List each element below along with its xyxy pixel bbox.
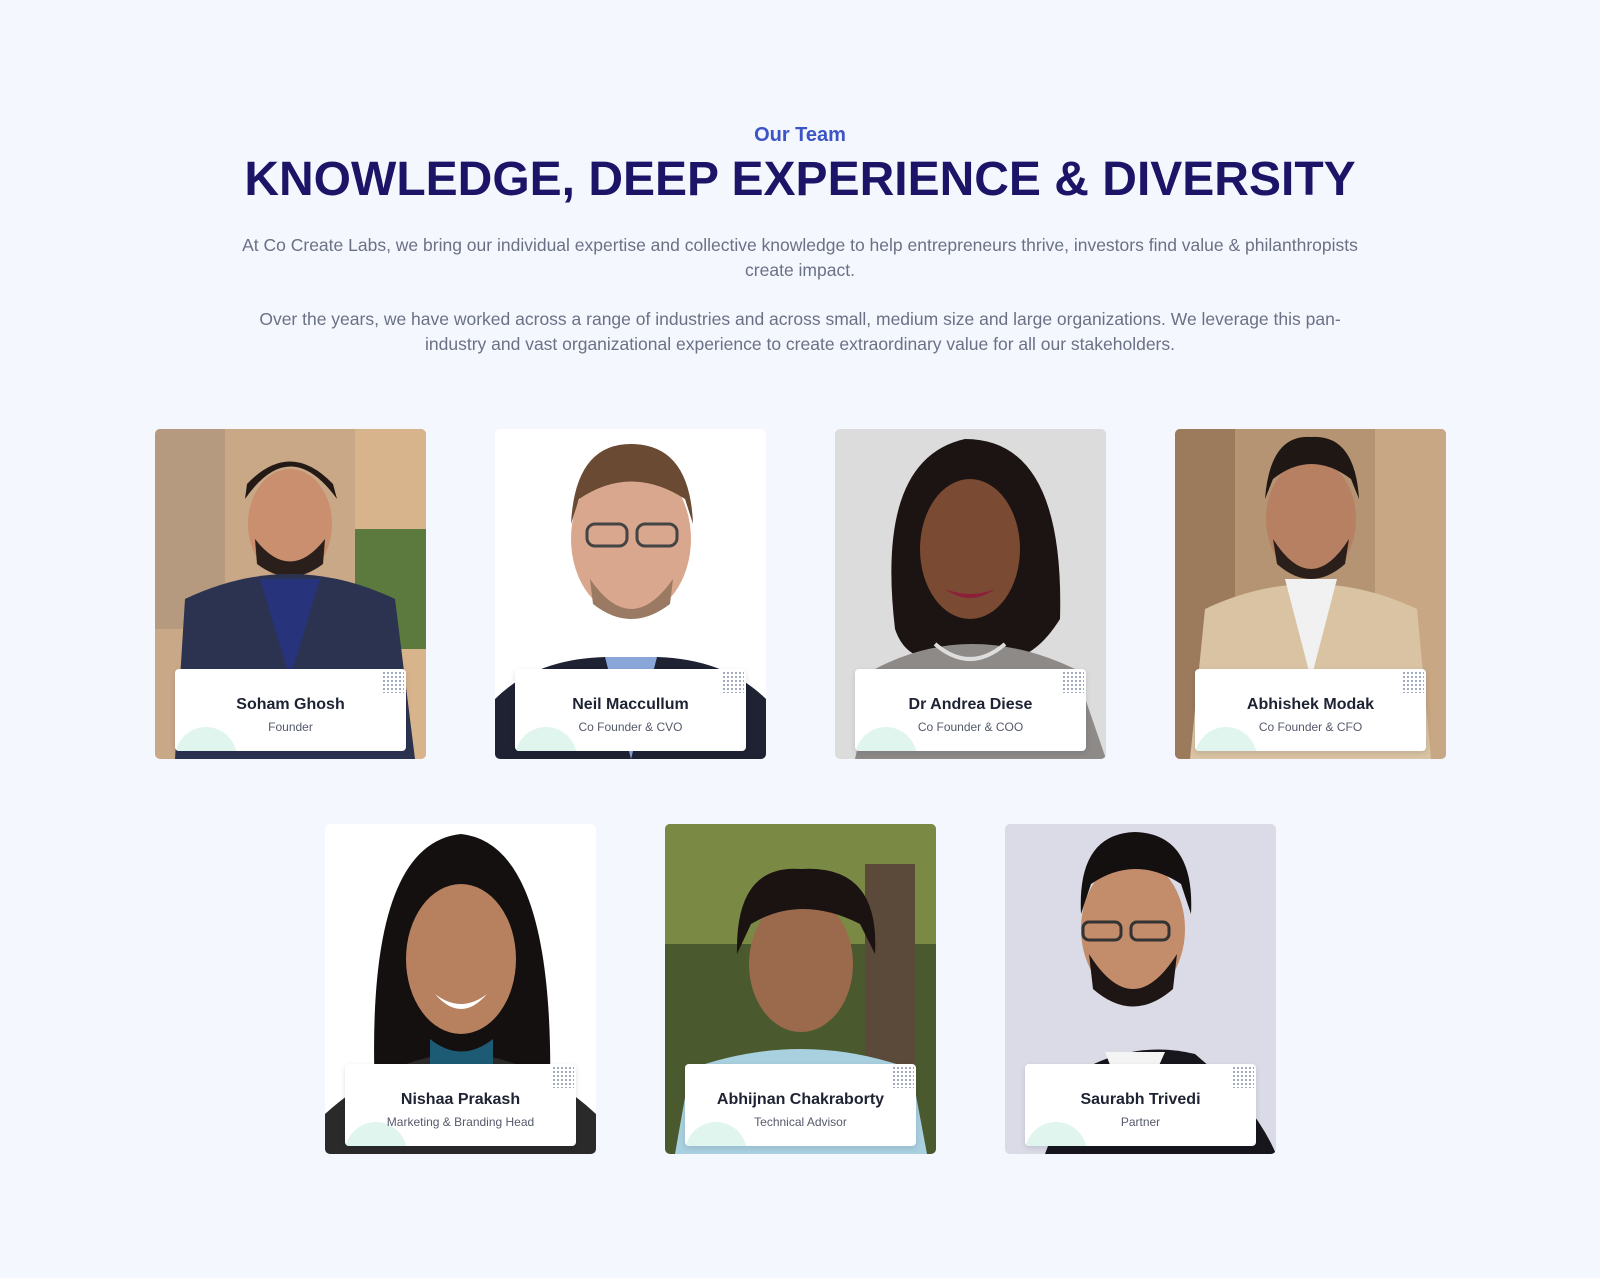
team-card[interactable]: Saurabh Trivedi Partner — [1005, 824, 1276, 1154]
member-label: Abhishek Modak Co Founder & CFO — [1195, 669, 1426, 751]
dot-grid-icon — [552, 1066, 574, 1088]
member-name: Soham Ghosh — [236, 696, 345, 713]
member-role: Technical Advisor — [754, 1115, 847, 1129]
team-card[interactable]: Neil Maccullum Co Founder & CVO — [495, 429, 766, 759]
dot-grid-icon — [1232, 1066, 1254, 1088]
team-section: Our Team KNOWLEDGE, DEEP EXPERIENCE & DI… — [0, 0, 1600, 1278]
member-label: Abhijnan Chakraborty Technical Advisor — [685, 1064, 916, 1146]
member-role: Founder — [268, 720, 313, 734]
team-card[interactable]: Dr Andrea Diese Co Founder & COO — [835, 429, 1106, 759]
member-name: Nishaa Prakash — [400, 1091, 521, 1108]
intro-paragraph: At Co Create Labs, we bring our individu… — [242, 235, 1358, 280]
section-title: KNOWLEDGE, DEEP EXPERIENCE & DIVERSITY — [244, 153, 1356, 206]
section-eyebrow: Our Team — [754, 124, 846, 146]
member-label: Dr Andrea Diese Co Founder & COO — [855, 669, 1086, 751]
dot-grid-icon — [382, 671, 404, 693]
dot-grid-icon — [1062, 671, 1084, 693]
member-name: Abhishek Modak — [1246, 696, 1375, 713]
member-name: Dr Andrea Diese — [908, 696, 1033, 713]
member-label: Saurabh Trivedi Partner — [1025, 1064, 1256, 1146]
dot-grid-icon — [722, 671, 744, 693]
member-role: Partner — [1120, 1115, 1161, 1129]
member-role: Co Founder & COO — [917, 720, 1024, 734]
member-role: Co Founder & CVO — [578, 720, 683, 734]
team-card[interactable]: Soham Ghosh Founder — [155, 429, 426, 759]
team-card[interactable]: Nishaa Prakash Marketing & Branding Head — [325, 824, 596, 1154]
member-label: Nishaa Prakash Marketing & Branding Head — [345, 1064, 576, 1146]
dot-grid-icon — [1402, 671, 1424, 693]
member-role: Marketing & Branding Head — [386, 1115, 535, 1129]
member-label: Soham Ghosh Founder — [175, 669, 406, 751]
member-name: Abhijnan Chakraborty — [716, 1091, 885, 1108]
member-name: Saurabh Trivedi — [1080, 1091, 1201, 1108]
member-label: Neil Maccullum Co Founder & CVO — [515, 669, 746, 751]
experience-paragraph: Over the years, we have worked across a … — [259, 309, 1341, 354]
dot-grid-icon — [892, 1066, 914, 1088]
team-card[interactable]: Abhishek Modak Co Founder & CFO — [1175, 429, 1446, 759]
member-name: Neil Maccullum — [572, 696, 689, 713]
member-role: Co Founder & CFO — [1258, 720, 1363, 734]
team-card[interactable]: Abhijnan Chakraborty Technical Advisor — [665, 824, 936, 1154]
